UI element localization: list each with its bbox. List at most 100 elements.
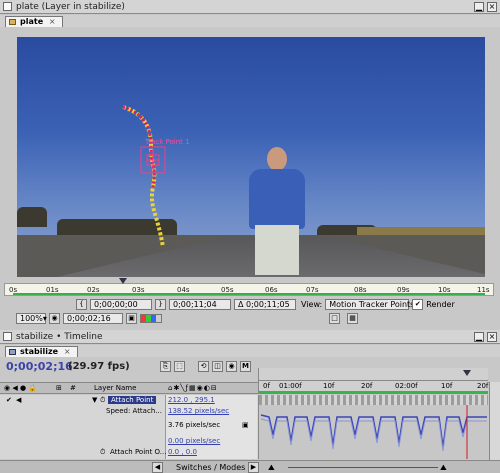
live-update-icon[interactable]: ⟲ xyxy=(198,361,209,372)
keyframe-strip[interactable] xyxy=(259,395,488,405)
footage-icon xyxy=(9,19,16,25)
graph-toggle-icon[interactable]: ▣ xyxy=(242,421,249,429)
ruler-tick: 20f xyxy=(477,382,489,390)
view-select-value: Motion Tracker Points xyxy=(329,300,415,309)
zoom-in-icon[interactable]: ⛰ xyxy=(440,463,447,473)
timeline-scrollbar[interactable] xyxy=(489,382,500,460)
label-color-icon: ⊞ xyxy=(56,384,62,392)
stopwatch-icon[interactable]: ⏱ xyxy=(100,396,105,405)
viewer-tab-row: plate × xyxy=(0,15,500,27)
viewer-controls: { 0;00;00;00 } 0;00;11;04 Δ 0;00;11;05 V… xyxy=(0,298,500,311)
ruler-tick: 10f xyxy=(441,382,453,390)
keyframe-nav-icon[interactable]: ◀ xyxy=(16,396,21,404)
comp-marker-icon[interactable]: M xyxy=(240,361,251,372)
property-row[interactable]: 0.00 pixels/sec xyxy=(0,437,258,448)
view-label: View: xyxy=(301,300,323,309)
ruler-tick: 20f xyxy=(361,382,373,390)
motion-path-overlay xyxy=(122,105,166,248)
property-name: Speed: Attach... xyxy=(106,407,162,415)
close-icon[interactable]: × xyxy=(487,331,497,342)
timeline-header-left: 0;00;02;16 (29.97 fps) ⎘ ⬚ ⟲ ◫ ◉ M xyxy=(0,358,258,382)
current-time-indicator[interactable] xyxy=(119,278,127,284)
property-row[interactable]: ⏱ Attach Point O... 0.0 , 0.0 xyxy=(0,448,258,459)
region-icon[interactable]: □ xyxy=(329,313,340,324)
zoom-slider[interactable] xyxy=(288,467,438,468)
viewer-titlebar[interactable]: plate (Layer in stabilize) ▁ × xyxy=(0,0,500,14)
current-time-marker[interactable] xyxy=(463,370,471,376)
property-row[interactable]: 3.76 pixels/sec ▣ xyxy=(0,421,258,432)
fps-label: (29.97 fps) xyxy=(68,361,130,372)
motion-blur-icon[interactable]: ◉ xyxy=(226,361,237,372)
property-value[interactable]: 0.0 , 0.0 xyxy=(168,448,197,456)
timeline-toolbar: ⎘ ⬚ ⟲ ◫ ◉ M xyxy=(160,361,251,372)
set-in-icon[interactable]: { xyxy=(76,299,87,310)
color-channels-icon[interactable] xyxy=(140,314,162,323)
property-row[interactable]: ✔ ◀ ▼ ⏱ Attach Point 212.0 , 295.1 xyxy=(0,396,258,407)
minimize-icon[interactable]: ▁ xyxy=(474,331,484,342)
tab-label: plate xyxy=(20,17,44,26)
expand-icon[interactable]: ▼ xyxy=(92,396,97,404)
zoom-out-icon[interactable]: ⛰ xyxy=(268,463,275,473)
frame-blending-icon[interactable]: ◫ xyxy=(212,361,223,372)
timeline-ruler[interactable]: 0f 01:00f 10f 20f 02:00f 10f 20f xyxy=(258,368,488,394)
composition-icon xyxy=(9,349,16,355)
zoom-value: 100% xyxy=(20,314,43,323)
layer-column-header: ◉ ◀ ● 🔒 ⊞ # Layer Name ⌂✱╲ƒ▦◉◐⊟ xyxy=(0,382,258,394)
window-menu-icon[interactable] xyxy=(3,2,12,11)
tab-close-icon[interactable]: × xyxy=(49,17,56,26)
tab-close-icon[interactable]: × xyxy=(64,347,71,356)
av-features-icons: ◉ ◀ ● 🔒 xyxy=(4,384,37,392)
ruler-tick: 0f xyxy=(263,382,270,390)
ruler-baseline xyxy=(259,380,488,381)
out-point-field[interactable]: 0;00;11;04 xyxy=(169,299,231,310)
zoom-select[interactable]: 100%▾ xyxy=(16,313,47,324)
keyframe-graph[interactable] xyxy=(258,395,488,459)
col-layer-name[interactable]: Layer Name xyxy=(94,384,136,392)
transparency-grid-icon[interactable]: ▦ xyxy=(347,313,358,324)
render-checkbox[interactable]: ✔ xyxy=(412,299,424,310)
time-ruler[interactable]: 0s 01s 02s 03s 04s 05s 06s 07s 08s 09s 1… xyxy=(4,278,494,296)
tab-stabilize[interactable]: stabilize × xyxy=(5,346,78,357)
ruler-tick: 10f xyxy=(323,382,335,390)
comp-flowchart-icon[interactable]: ⎘ xyxy=(160,361,171,372)
property-name[interactable]: Attach Point xyxy=(108,396,157,404)
minimize-icon[interactable]: ▁ xyxy=(474,1,484,12)
col-num: # xyxy=(70,384,76,392)
timeline-timecode[interactable]: 0;00;02;16 xyxy=(6,360,73,373)
ruler-tick: 02:00f xyxy=(395,382,418,390)
property-value[interactable]: 138.52 pixels/sec xyxy=(168,407,229,415)
scroll-right-icon[interactable]: ▶ xyxy=(248,462,259,473)
switches-icons: ⌂✱╲ƒ▦◉◐⊟ xyxy=(168,384,218,392)
viewer-timecode[interactable]: 0;00;02;16 xyxy=(63,313,123,324)
layer-viewer[interactable]: Track Point 1 xyxy=(17,37,485,277)
close-icon[interactable]: × xyxy=(487,1,497,12)
window-menu-icon[interactable] xyxy=(3,332,12,341)
switches-modes-toggle[interactable]: Switches / Modes xyxy=(176,463,245,472)
stopwatch-icon[interactable]: ⏱ xyxy=(100,448,105,457)
timeline-footer: ◀ Switches / Modes ▶ ⛰ ⛰ xyxy=(0,460,500,473)
layer-rows: ✔ ◀ ▼ ⏱ Attach Point 212.0 , 295.1 Speed… xyxy=(0,395,258,459)
check-icon[interactable]: ✔ xyxy=(6,396,12,404)
work-area-bar[interactable] xyxy=(13,293,485,295)
snapshot-icon[interactable]: ◉ xyxy=(49,313,60,324)
tab-label: stabilize xyxy=(20,347,59,356)
property-name[interactable]: Attach Point O... xyxy=(110,448,166,456)
property-value[interactable]: 0.00 pixels/sec xyxy=(168,437,220,445)
draft-3d-icon[interactable]: ⬚ xyxy=(174,361,185,372)
set-out-icon[interactable]: } xyxy=(155,299,166,310)
property-value[interactable]: 212.0 , 295.1 xyxy=(168,396,215,404)
work-area-bar[interactable] xyxy=(259,391,488,394)
camera-icon[interactable]: ▣ xyxy=(126,313,137,324)
scroll-left-icon[interactable]: ◀ xyxy=(152,462,163,473)
timeline-tab-row: stabilize × xyxy=(0,345,500,357)
in-point-field[interactable]: 0;00;00;00 xyxy=(90,299,152,310)
property-row[interactable]: Speed: Attach... 138.52 pixels/sec xyxy=(0,407,258,418)
speed-graph[interactable] xyxy=(259,405,489,459)
property-value: 3.76 pixels/sec xyxy=(168,421,221,429)
timeline-titlebar[interactable]: stabilize • Timeline ▁ × xyxy=(0,330,500,344)
view-select[interactable]: Motion Tracker Points ▾ xyxy=(325,299,421,310)
viewer-window-title: plate (Layer in stabilize) xyxy=(16,1,125,12)
track-point-label: Track Point 1 xyxy=(145,138,190,146)
render-label: Render xyxy=(426,300,455,309)
tab-plate[interactable]: plate × xyxy=(5,16,63,27)
